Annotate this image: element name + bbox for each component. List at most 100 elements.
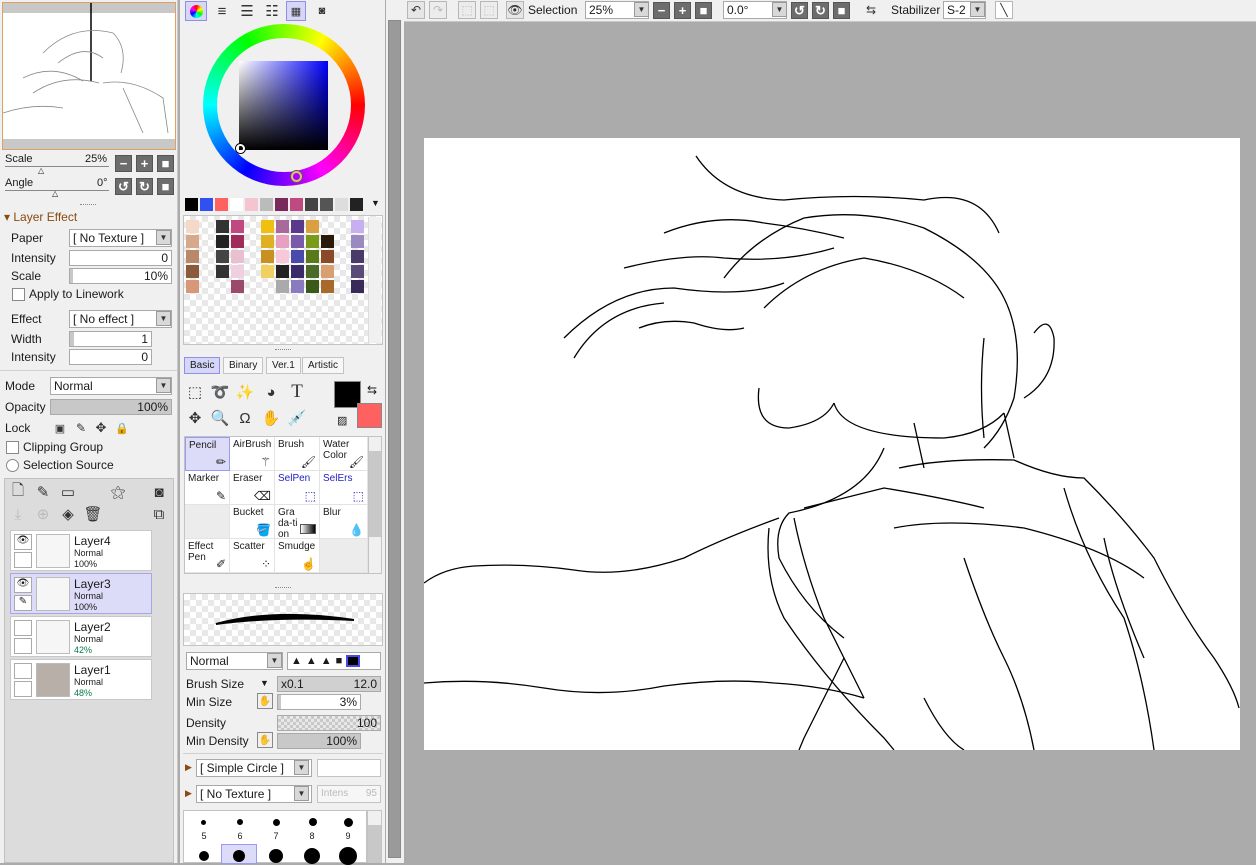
text-tool-icon[interactable]: T: [287, 381, 307, 402]
rotate-reset-button[interactable]: ■: [157, 178, 174, 195]
redo-button[interactable]: ↷: [429, 1, 447, 19]
pressure-density-icon[interactable]: ✋: [257, 732, 273, 748]
layer-settings-icon[interactable]: ⚝: [108, 482, 128, 502]
zoom-out-button[interactable]: −: [115, 155, 132, 172]
toolbar-zoom-out-button[interactable]: −: [653, 2, 670, 19]
swatch-scrollbar[interactable]: [368, 217, 381, 343]
brush-shape-dropdown-icon[interactable]: ▼: [294, 760, 309, 775]
visibility-toggle[interactable]: [14, 663, 32, 679]
rotate-cw-button[interactable]: ↻: [136, 178, 153, 195]
navigator-preview[interactable]: [2, 2, 176, 150]
tool-scatter[interactable]: Scatter ⁘: [230, 539, 275, 573]
lock-move-icon[interactable]: ✥: [91, 418, 111, 438]
density-slider[interactable]: 100: [277, 715, 381, 731]
blend-mode-dropdown-icon[interactable]: ▼: [156, 378, 171, 393]
presets-scrollbar[interactable]: [367, 810, 382, 863]
layer-item[interactable]: Layer1 Normal 48%: [10, 659, 152, 700]
tool-effect-pen[interactable]: Effect Pen ✐: [185, 539, 230, 573]
toolbar-zoom-in-button[interactable]: +: [674, 2, 691, 19]
tool-smudge[interactable]: Smudge ☝: [275, 539, 320, 573]
preset-dot[interactable]: [201, 820, 206, 825]
layer-props-icon[interactable]: ⧉: [149, 504, 169, 524]
new-folder-icon[interactable]: ▭: [58, 482, 78, 502]
nav-scale-slider[interactable]: [5, 166, 109, 167]
opacity-slider[interactable]: 100%: [50, 399, 172, 415]
layer-lock-slot[interactable]: [14, 552, 32, 568]
visibility-eye-icon[interactable]: 👁: [14, 577, 32, 593]
tool-blur[interactable]: Blur 💧: [320, 505, 368, 539]
deselect-button[interactable]: ⬚: [458, 1, 476, 19]
tool-gradation[interactable]: Grada-tion: [275, 505, 320, 540]
tool-tab-ver1[interactable]: Ver.1: [266, 357, 301, 374]
blend-mode-select[interactable]: Normal: [50, 377, 172, 395]
rect-select-icon[interactable]: ⬚: [185, 382, 205, 402]
preset-dot[interactable]: [237, 819, 243, 825]
preset-dot[interactable]: [233, 850, 245, 862]
tool-watercolor[interactable]: Water Color 🖌: [320, 437, 368, 471]
effect-width-slider[interactable]: 1: [69, 331, 152, 347]
zoom-dropdown-icon[interactable]: ▼: [634, 2, 649, 17]
edit-pencil-icon[interactable]: ✎: [14, 595, 32, 611]
invert-selection-button[interactable]: ⬚: [480, 1, 498, 19]
tool-marker[interactable]: Marker ✎: [185, 471, 230, 505]
brush-blend-dropdown-icon[interactable]: ▼: [267, 653, 282, 668]
undo-button[interactable]: ↶: [407, 1, 425, 19]
paper-dropdown-icon[interactable]: ▼: [156, 230, 171, 245]
texture-expand-icon[interactable]: ▶: [185, 788, 192, 799]
preset-dot[interactable]: [273, 819, 280, 826]
brush-texture-dropdown-icon[interactable]: ▼: [294, 786, 309, 801]
brush-texture-intensity[interactable]: Intens 95: [317, 785, 381, 803]
rotation-dropdown-icon[interactable]: ▼: [772, 2, 787, 17]
preset-dot[interactable]: [309, 818, 317, 826]
tool-selers[interactable]: SelErs ⬚: [320, 471, 368, 505]
delete-layer-icon[interactable]: 🗑: [83, 504, 103, 524]
toolbar-rotate-cw-button[interactable]: ↻: [812, 2, 829, 19]
tool-tab-binary[interactable]: Binary: [223, 357, 264, 374]
zoom-in-button[interactable]: +: [136, 155, 153, 172]
drawing-canvas[interactable]: [424, 138, 1240, 750]
move-tool-icon[interactable]: ✥: [185, 408, 205, 428]
tool-tab-artistic[interactable]: Artistic: [302, 357, 344, 374]
color-wheel-tab[interactable]: [185, 1, 207, 21]
layer-mask-icon[interactable]: ◙: [149, 482, 169, 502]
color-mixer-tab-icon[interactable]: ☷: [262, 1, 282, 21]
toolbar-zoom-reset-button[interactable]: ■: [695, 2, 712, 19]
tool-bucket[interactable]: Bucket 🪣: [230, 505, 275, 539]
layer-lock-slot[interactable]: [14, 638, 32, 654]
rgb-sliders-tab-icon[interactable]: ≡: [212, 1, 232, 21]
new-linework-layer-icon[interactable]: ✎: [33, 482, 53, 502]
new-layer-icon[interactable]: 🗋: [8, 482, 28, 502]
tool-airbrush[interactable]: AirBrush ⚚: [230, 437, 275, 471]
min-size-slider[interactable]: 3%: [277, 694, 361, 710]
tool-pencil[interactable]: Pencil ✏: [185, 437, 230, 471]
apply-linework-checkbox[interactable]: [12, 288, 25, 301]
layer-item[interactable]: Layer2 Normal 42%: [10, 616, 152, 657]
transparent-color-icon[interactable]: ▨: [337, 414, 347, 427]
layer-lock-slot[interactable]: [14, 681, 32, 697]
sv-picker-handle[interactable]: [236, 144, 245, 153]
panel-scrollbar[interactable]: [386, 0, 404, 863]
preset-dot[interactable]: [344, 818, 353, 827]
effect-dropdown-icon[interactable]: ▼: [156, 311, 171, 326]
swatch-grid[interactable]: [183, 215, 383, 345]
hand-tool-icon[interactable]: ✋: [261, 408, 281, 428]
rotate-tool-icon[interactable]: Ω: [235, 408, 255, 428]
lock-all-icon[interactable]: 🔒: [112, 418, 132, 438]
selection-source-radio[interactable]: [6, 459, 19, 472]
tool-selpen[interactable]: SelPen ⬚: [275, 471, 320, 505]
tool-eraser[interactable]: Eraser ⌫: [230, 471, 275, 505]
layer-effect-header[interactable]: ▾ Layer Effect: [4, 210, 77, 224]
hsv-sliders-tab-icon[interactable]: ☰: [237, 1, 257, 21]
magic-wand-icon[interactable]: ✨: [235, 382, 255, 402]
swatches-tab-icon[interactable]: ▦: [286, 1, 306, 21]
shape-select-icon[interactable]: ◕: [261, 382, 281, 402]
eyedropper-icon[interactable]: 💉: [287, 408, 307, 428]
saturation-value-square[interactable]: [239, 61, 328, 150]
scratchpad-tab-icon[interactable]: ◙: [312, 1, 332, 21]
antialias-line-icon[interactable]: ╲: [995, 1, 1013, 19]
visibility-toggle[interactable]: [14, 620, 32, 636]
tool-grid-scrollbar[interactable]: [368, 436, 382, 574]
layer-item[interactable]: 👁 Layer4 Normal 100%: [10, 530, 152, 571]
zoom-reset-button[interactable]: ■: [157, 155, 174, 172]
tool-empty-slot[interactable]: [185, 505, 230, 539]
